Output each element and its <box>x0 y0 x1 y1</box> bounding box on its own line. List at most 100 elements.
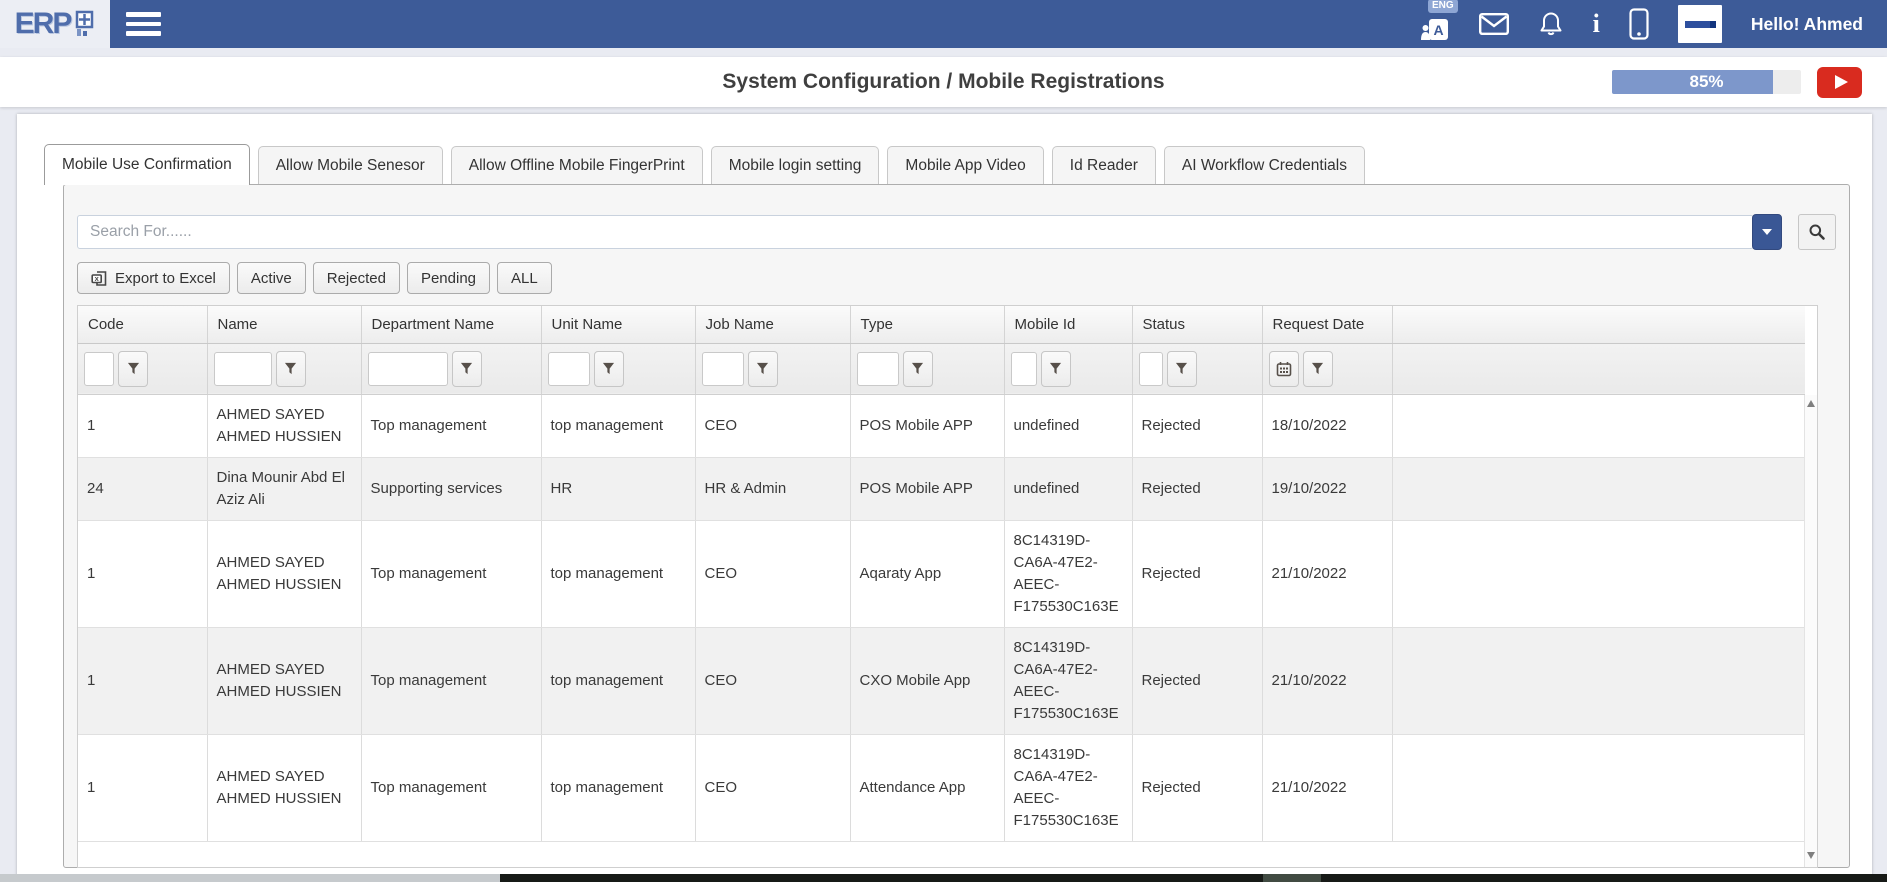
cell-mobile-id: undefined <box>1004 457 1132 520</box>
tab-mobile-use-confirmation[interactable]: Mobile Use Confirmation <box>44 144 250 185</box>
cell-code: 1 <box>78 520 207 627</box>
cell-request-date: 21/10/2022 <box>1262 734 1392 841</box>
horizontal-scrollbar-thumb[interactable] <box>500 874 1887 882</box>
filter-input-type[interactable] <box>857 352 899 386</box>
table-row[interactable]: 1AHMED SAYED AHMED HUSSIENTop management… <box>78 520 1805 627</box>
mail-icon <box>1479 13 1509 35</box>
tab-mobile-app-video[interactable]: Mobile App Video <box>887 146 1043 184</box>
column-header-code[interactable]: Code <box>78 306 207 343</box>
cell-status: Rejected <box>1132 627 1262 734</box>
calendar-icon <box>1276 361 1292 377</box>
video-play-button[interactable] <box>1817 67 1862 98</box>
vertical-scrollbar[interactable] <box>1804 395 1817 867</box>
filter-input-code[interactable] <box>84 352 114 386</box>
filter-button-code[interactable] <box>118 351 148 387</box>
filter-input-job[interactable] <box>702 352 744 386</box>
filter-button-name[interactable] <box>276 351 306 387</box>
search-button[interactable] <box>1798 214 1836 250</box>
cell-unit: top management <box>541 394 695 457</box>
page-title: System Configuration / Mobile Registrati… <box>722 70 1164 94</box>
column-header-mobile-id[interactable]: Mobile Id <box>1004 306 1132 343</box>
filter-input-mobile-id[interactable] <box>1011 352 1037 386</box>
table-row[interactable]: 1AHMED SAYED AHMED HUSSIENTop management… <box>78 734 1805 841</box>
cell-status: Rejected <box>1132 394 1262 457</box>
filter-input-department[interactable] <box>368 352 448 386</box>
progress-label: 85% <box>1612 70 1801 94</box>
cell-type: Attendance App <box>850 734 1004 841</box>
cell-type: POS Mobile APP <box>850 394 1004 457</box>
page-header: System Configuration / Mobile Registrati… <box>0 57 1887 107</box>
company-logo[interactable] <box>1678 5 1722 43</box>
cell-name: AHMED SAYED AHMED HUSSIEN <box>207 627 361 734</box>
cell-department: Supporting services <box>361 457 541 520</box>
scroll-down-icon[interactable] <box>1807 852 1815 859</box>
cell-job: CEO <box>695 520 850 627</box>
cell-empty <box>1392 734 1805 841</box>
info-icon: i <box>1593 11 1600 37</box>
cell-unit: top management <box>541 520 695 627</box>
play-icon <box>1835 75 1848 89</box>
filter-button-mobile-id[interactable] <box>1041 351 1071 387</box>
cell-code: 1 <box>78 394 207 457</box>
date-picker-button[interactable] <box>1269 351 1299 387</box>
cell-empty <box>1392 394 1805 457</box>
search-input[interactable] <box>77 215 1754 249</box>
filter-button-request-date[interactable] <box>1303 351 1333 387</box>
filter-button-pending[interactable]: Pending <box>407 262 490 294</box>
brand-logo[interactable]: ERP <box>0 0 110 48</box>
filter-input-unit[interactable] <box>548 352 590 386</box>
cell-department: Top management <box>361 627 541 734</box>
mobile-app-button[interactable] <box>1629 8 1649 40</box>
hamburger-menu-button[interactable] <box>126 7 161 41</box>
cell-mobile-id: 8C14319D-CA6A-47E2-AEEC-F175530C163E <box>1004 734 1132 841</box>
funnel-icon <box>1175 362 1188 375</box>
filter-input-name[interactable] <box>214 352 272 386</box>
tab-allow-mobile-senesor[interactable]: Allow Mobile Senesor <box>258 146 443 184</box>
column-header-request-date[interactable]: Request Date <box>1262 306 1392 343</box>
table-row[interactable]: 1AHMED SAYED AHMED HUSSIENTop management… <box>78 627 1805 734</box>
language-switcher[interactable]: ENG A <box>1420 15 1450 43</box>
column-header-department-name[interactable]: Department Name <box>361 306 541 343</box>
column-header-unit-name[interactable]: Unit Name <box>541 306 695 343</box>
scroll-up-icon[interactable] <box>1807 400 1815 407</box>
tab-id-reader[interactable]: Id Reader <box>1052 146 1156 184</box>
export-to-excel-button[interactable]: x Export to Excel <box>77 262 230 294</box>
tab-bar: Mobile Use ConfirmationAllow Mobile Sene… <box>44 144 1872 184</box>
mail-button[interactable] <box>1479 13 1509 35</box>
cell-request-date: 18/10/2022 <box>1262 394 1392 457</box>
table-row[interactable]: 24Dina Mounir Abd El Aziz AliSupporting … <box>78 457 1805 520</box>
page: ERP ENG A <box>0 0 1887 882</box>
cell-job: CEO <box>695 394 850 457</box>
header-row: CodeNameDepartment NameUnit NameJob Name… <box>78 306 1805 343</box>
info-button[interactable]: i <box>1593 11 1600 37</box>
table-row[interactable]: 1AHMED SAYED AHMED HUSSIENTop management… <box>78 394 1805 457</box>
filter-button-unit[interactable] <box>594 351 624 387</box>
tab-allow-offline-mobile-fingerprint[interactable]: Allow Offline Mobile FingerPrint <box>451 146 703 184</box>
filter-button-rejected[interactable]: Rejected <box>313 262 400 294</box>
horizontal-scrollbar[interactable] <box>0 874 1887 882</box>
search-options-dropdown[interactable] <box>1752 214 1782 250</box>
column-header-name[interactable]: Name <box>207 306 361 343</box>
filter-button-status[interactable] <box>1167 351 1197 387</box>
cell-name: Dina Mounir Abd El Aziz Ali <box>207 457 361 520</box>
cell-type: POS Mobile APP <box>850 457 1004 520</box>
tab-mobile-login-setting[interactable]: Mobile login setting <box>711 146 880 184</box>
cell-code: 1 <box>78 734 207 841</box>
chevron-down-icon <box>1762 229 1772 235</box>
column-header-status[interactable]: Status <box>1132 306 1262 343</box>
filter-button-active[interactable]: Active <box>237 262 306 294</box>
notifications-button[interactable] <box>1538 11 1564 37</box>
filter-button-job[interactable] <box>748 351 778 387</box>
column-header-type[interactable]: Type <box>850 306 1004 343</box>
cell-department: Top management <box>361 734 541 841</box>
cell-mobile-id: 8C14319D-CA6A-47E2-AEEC-F175530C163E <box>1004 627 1132 734</box>
filter-button-department[interactable] <box>452 351 482 387</box>
tab-ai-workflow-credentials[interactable]: AI Workflow Credentials <box>1164 146 1365 184</box>
filter-button-all[interactable]: ALL <box>497 262 552 294</box>
bell-icon <box>1538 11 1564 37</box>
funnel-icon <box>1311 362 1324 375</box>
filter-input-status[interactable] <box>1139 352 1163 386</box>
filter-button-type[interactable] <box>903 351 933 387</box>
filter-row <box>78 343 1805 394</box>
column-header-job-name[interactable]: Job Name <box>695 306 850 343</box>
